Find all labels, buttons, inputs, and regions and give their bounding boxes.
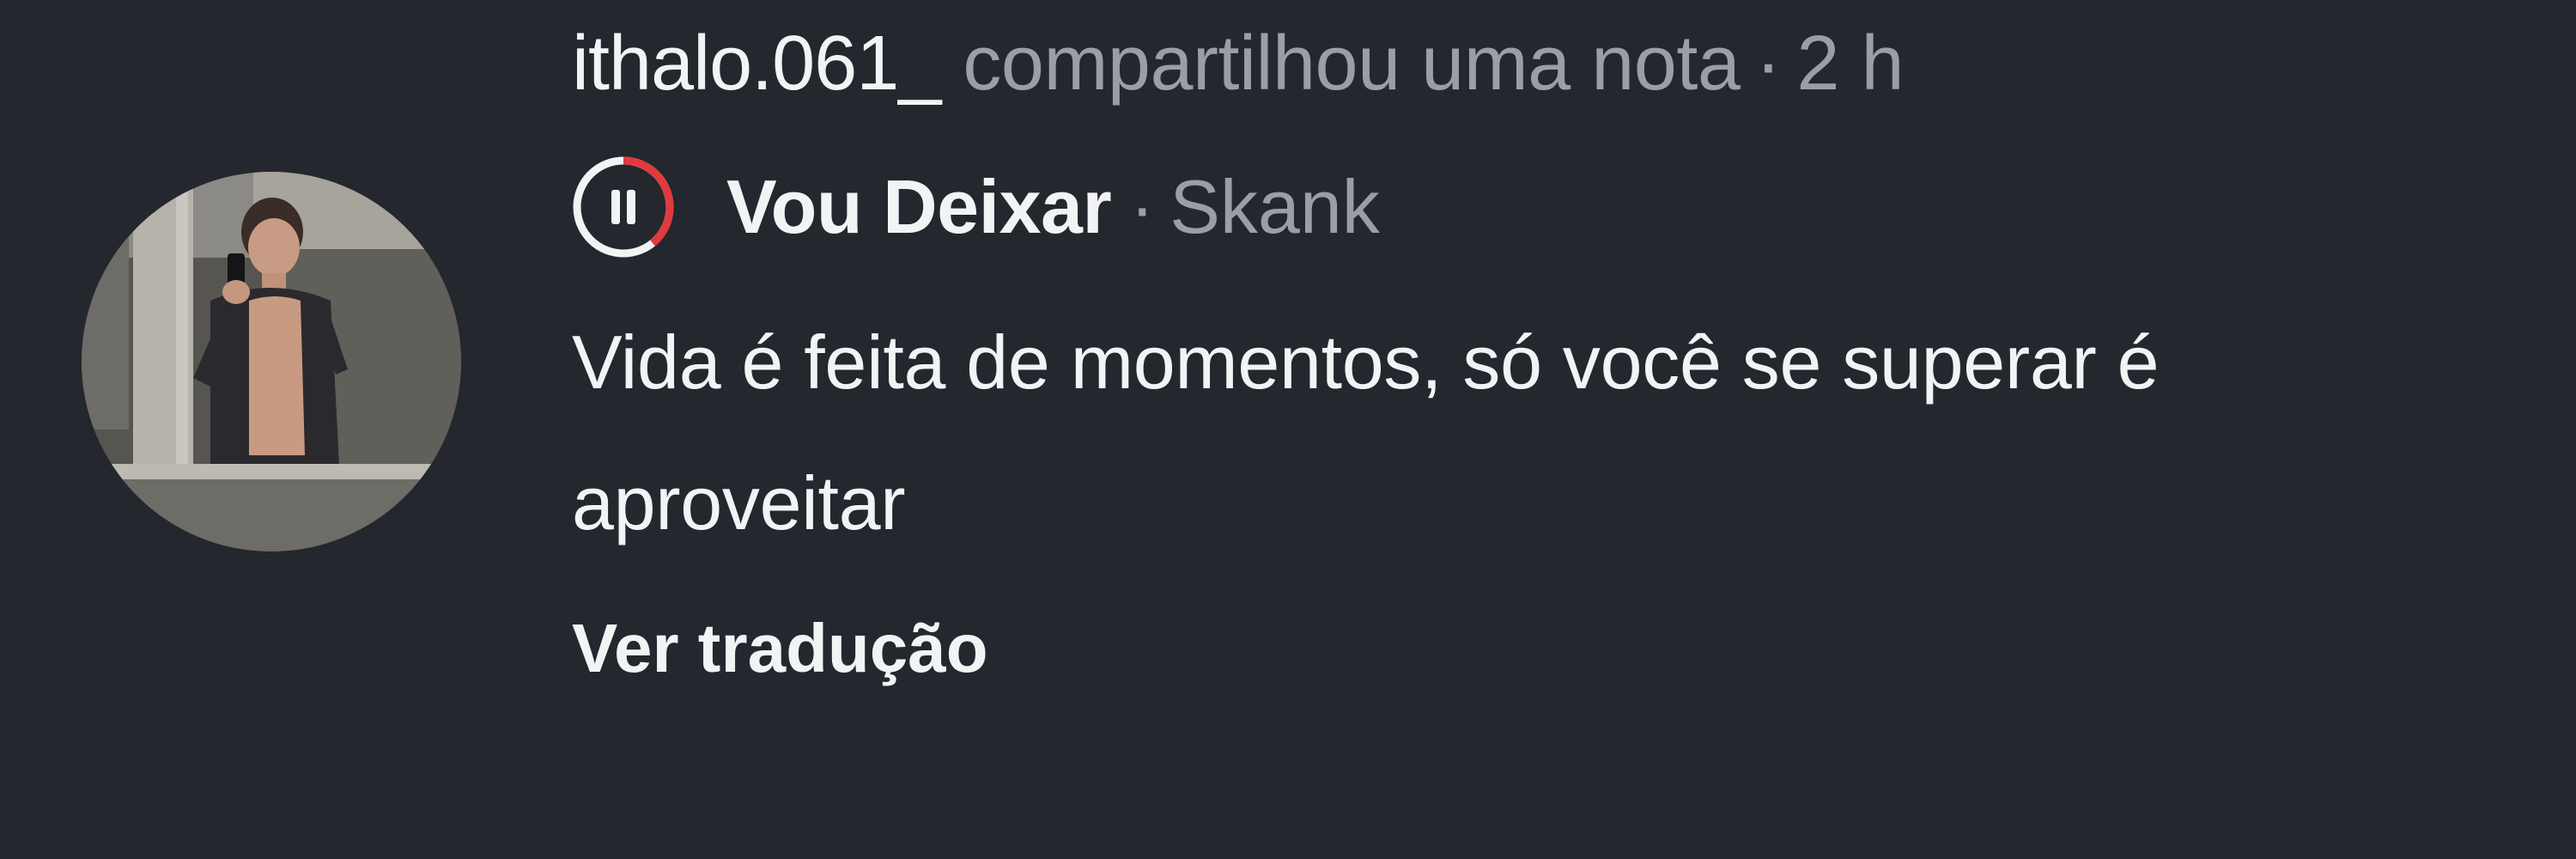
action-text: compartilhou uma nota	[963, 21, 1741, 107]
music-separator: ·	[1130, 166, 1155, 247]
song-title[interactable]: Vou Deixar	[726, 163, 1112, 251]
pause-icon	[573, 156, 674, 258]
artist-name[interactable]: Skank	[1170, 163, 1380, 251]
pause-button[interactable]	[568, 152, 678, 262]
note-card: ithalo.061_ compartilhou uma nota · 2 h …	[0, 0, 2576, 859]
music-attachment: Vou Deixar · Skank	[568, 151, 1380, 263]
username-link[interactable]: ithalo.061_	[572, 12, 941, 115]
timestamp: 2 h	[1796, 21, 1905, 107]
note-header: ithalo.061_ compartilhou uma nota · 2 h	[572, 12, 1905, 115]
see-translation-link[interactable]: Ver tradução	[572, 601, 988, 696]
note-text: Vida é feita de momentos, só você se sup…	[572, 320, 2160, 545]
header-separator: ·	[1755, 21, 1782, 107]
avatar[interactable]	[82, 172, 461, 551]
avatar-photo	[82, 172, 461, 551]
